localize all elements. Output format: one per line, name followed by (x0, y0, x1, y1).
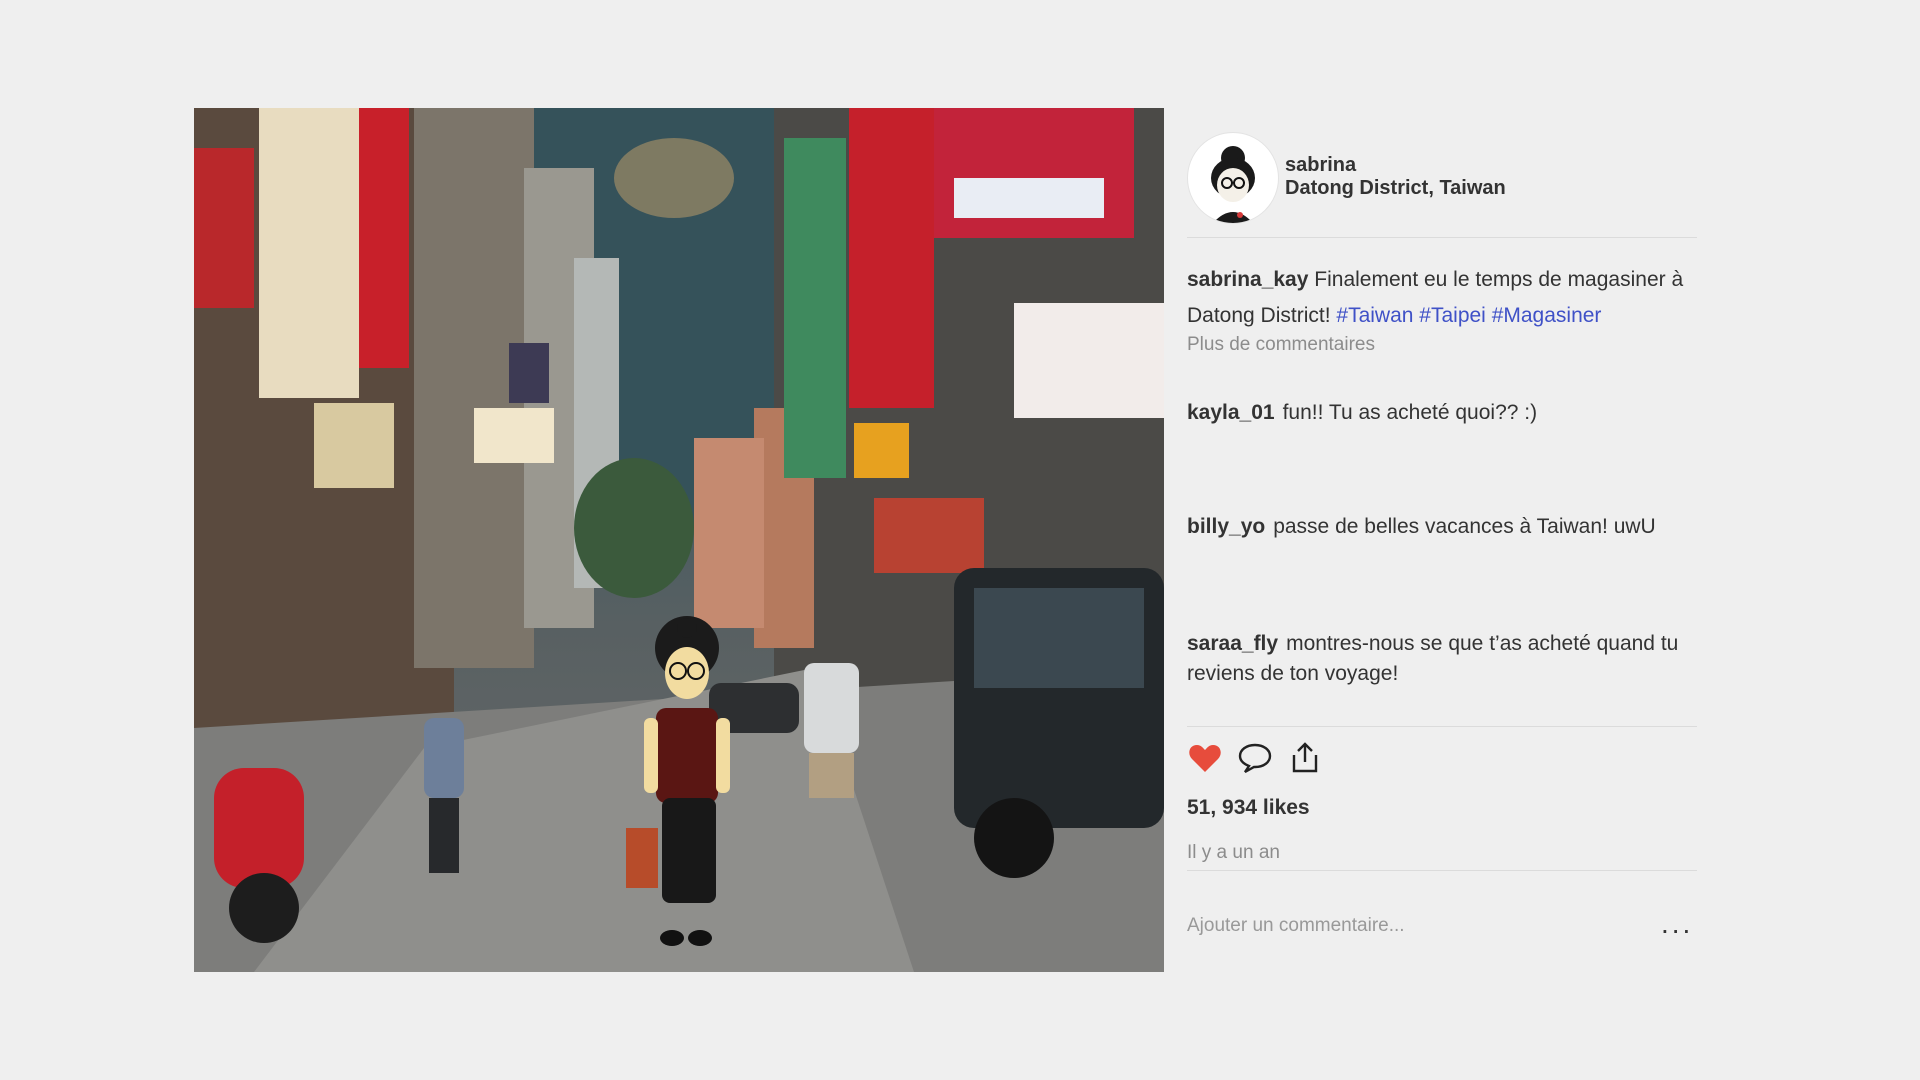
street-scene-illustration (194, 108, 1164, 972)
avatar[interactable] (1187, 132, 1279, 224)
header-divider (1187, 237, 1697, 238)
share-icon[interactable] (1287, 740, 1323, 776)
post-panel: sabrina Datong District, Taiwan sabrina_… (1187, 108, 1697, 972)
comment-username[interactable]: kayla_01 (1187, 401, 1275, 424)
author-username[interactable]: sabrina (1285, 154, 1356, 177)
comment-username[interactable]: billy_yo (1187, 515, 1265, 538)
hashtag-link[interactable]: #Taipei (1419, 304, 1486, 327)
avatar-icon (1211, 146, 1255, 223)
post-caption: sabrina_kay Finalement eu le temps de ma… (1187, 262, 1697, 334)
comment-item: billy_yo passe de belles vacances à Taiwa… (1187, 512, 1697, 542)
comment-text: passe de belles vacances à Taiwan! uwU (1273, 515, 1656, 538)
heart-icon[interactable] (1187, 740, 1223, 776)
hashtag-link[interactable]: #Taiwan (1336, 304, 1413, 327)
add-comment-input[interactable] (1187, 908, 1617, 944)
caption-username[interactable]: sabrina_kay (1187, 268, 1308, 291)
comment-item: kayla_01 fun!! Tu as acheté quoi?? :) (1187, 398, 1697, 428)
more-options-button[interactable]: ... (1661, 908, 1693, 940)
post-timestamp: Il y a un an (1187, 842, 1280, 863)
actions-divider (1187, 726, 1697, 727)
comment-item: saraa_fly montres-nous se que t’as acheté… (1187, 629, 1697, 689)
hashtag-link[interactable]: #Magasiner (1492, 304, 1602, 327)
speech-bubble-icon[interactable] (1237, 740, 1273, 776)
more-comments-link[interactable]: Plus de commentaires (1187, 334, 1375, 356)
comment-divider (1187, 870, 1697, 871)
likes-count[interactable]: 51, 934 likes (1187, 796, 1310, 820)
post-photo[interactable] (194, 108, 1164, 972)
action-bar (1187, 740, 1387, 780)
author-location[interactable]: Datong District, Taiwan (1285, 177, 1506, 200)
comment-username[interactable]: saraa_fly (1187, 632, 1278, 655)
comment-text: fun!! Tu as acheté quoi?? :) (1282, 401, 1538, 424)
post-header: sabrina Datong District, Taiwan (1187, 120, 1697, 230)
